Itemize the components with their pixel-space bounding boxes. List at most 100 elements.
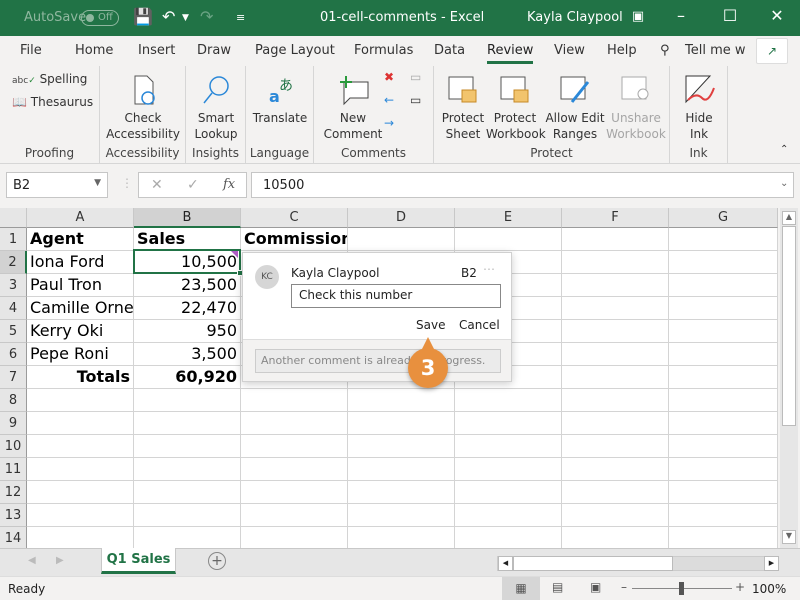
cell-G3[interactable]	[669, 274, 778, 297]
share-button[interactable]: ↗	[756, 38, 788, 64]
cell-G13[interactable]	[669, 504, 778, 527]
row-header-7[interactable]: 7	[0, 366, 27, 389]
maximize-button[interactable]: ☐	[715, 6, 745, 25]
cell-F2[interactable]	[562, 251, 669, 274]
cell-E11[interactable]	[455, 458, 562, 481]
cell-B12[interactable]	[134, 481, 241, 504]
cell-E14[interactable]	[455, 527, 562, 548]
collapse-ribbon-icon[interactable]: ⌃	[780, 144, 788, 155]
cell-G14[interactable]	[669, 527, 778, 548]
cell-B14[interactable]	[134, 527, 241, 548]
cell-G11[interactable]	[669, 458, 778, 481]
row-header-10[interactable]: 10	[0, 435, 27, 458]
minimize-button[interactable]: –	[666, 6, 696, 25]
cell-G9[interactable]	[669, 412, 778, 435]
scroll-right-button[interactable]: ▶	[764, 556, 779, 571]
cell-C11[interactable]	[241, 458, 348, 481]
cell-F11[interactable]	[562, 458, 669, 481]
spelling-button[interactable]: abc✓ Spelling	[12, 72, 87, 86]
cell-F12[interactable]	[562, 481, 669, 504]
cell-B8[interactable]	[134, 389, 241, 412]
tab-home[interactable]: Home	[75, 43, 113, 58]
cell-A10[interactable]	[27, 435, 134, 458]
undo-icon[interactable]: ↶	[162, 7, 175, 26]
cell-A12[interactable]	[27, 481, 134, 504]
cell-C12[interactable]	[241, 481, 348, 504]
cell-F13[interactable]	[562, 504, 669, 527]
cell-F7[interactable]	[562, 366, 669, 389]
cell-D14[interactable]	[348, 527, 455, 548]
cell-A7[interactable]: Totals	[27, 366, 134, 389]
row-header-4[interactable]: 4	[0, 297, 27, 320]
add-sheet-icon[interactable]: +	[208, 552, 226, 570]
cell-B7[interactable]: 60,920	[134, 366, 241, 389]
cell-G4[interactable]	[669, 297, 778, 320]
scroll-left-button[interactable]: ◀	[498, 556, 513, 571]
new-comment-button[interactable]: New Comment	[318, 74, 388, 142]
cell-B3[interactable]: 23,500	[134, 274, 241, 297]
cell-F8[interactable]	[562, 389, 669, 412]
cell-A11[interactable]	[27, 458, 134, 481]
cell-C8[interactable]	[241, 389, 348, 412]
cell-G8[interactable]	[669, 389, 778, 412]
chevron-down-icon[interactable]: ▼	[94, 178, 101, 188]
column-header-e[interactable]: E	[455, 208, 562, 228]
zoom-in-button[interactable]: +	[735, 580, 745, 594]
vertical-scrollbar[interactable]: ▲ ▼	[780, 208, 798, 548]
cell-A3[interactable]: Paul Tron	[27, 274, 134, 297]
cell-G12[interactable]	[669, 481, 778, 504]
allow-edit-ranges-button[interactable]: Allow Edit Ranges	[544, 74, 606, 142]
normal-view-icon[interactable]: ▦	[502, 577, 540, 600]
cell-F5[interactable]	[562, 320, 669, 343]
cell-A5[interactable]: Kerry Oki	[27, 320, 134, 343]
tab-review[interactable]: Review	[487, 43, 534, 64]
translate-button[interactable]: aあ Translate	[250, 74, 310, 126]
zoom-out-button[interactable]: –	[621, 580, 627, 594]
cell-D12[interactable]	[348, 481, 455, 504]
prev-sheet-icon[interactable]: ◀	[28, 555, 36, 566]
cell-C9[interactable]	[241, 412, 348, 435]
horizontal-scroll-thumb[interactable]	[513, 556, 673, 571]
tab-file[interactable]: File	[20, 43, 42, 58]
undo-dropdown-icon[interactable]: ▼	[182, 13, 189, 23]
cell-A2[interactable]: Iona Ford	[27, 251, 134, 274]
cell-B6[interactable]: 3,500	[134, 343, 241, 366]
save-button[interactable]: Save	[416, 318, 445, 332]
cell-C14[interactable]	[241, 527, 348, 548]
cell-A1[interactable]: Agent	[27, 228, 134, 251]
vertical-scroll-thumb[interactable]	[782, 226, 796, 426]
cell-A4[interactable]: Camille Orne	[27, 297, 134, 320]
cell-F4[interactable]	[562, 297, 669, 320]
column-header-d[interactable]: D	[348, 208, 455, 228]
save-icon[interactable]: 💾	[133, 7, 153, 26]
cell-B10[interactable]	[134, 435, 241, 458]
cell-F14[interactable]	[562, 527, 669, 548]
row-header-12[interactable]: 12	[0, 481, 27, 504]
select-all-button[interactable]	[0, 208, 27, 228]
cell-G5[interactable]	[669, 320, 778, 343]
cell-B1[interactable]: Sales	[134, 228, 241, 251]
page-layout-view-icon[interactable]: ▤	[552, 580, 563, 594]
name-box[interactable]: B2 ▼	[6, 172, 108, 198]
check-accessibility-button[interactable]: Check Accessibility	[106, 74, 180, 142]
scroll-up-button[interactable]: ▲	[782, 211, 796, 225]
cell-D9[interactable]	[348, 412, 455, 435]
cell-C1[interactable]: Commission	[241, 228, 348, 251]
cell-B13[interactable]	[134, 504, 241, 527]
row-header-3[interactable]: 3	[0, 274, 27, 297]
tab-insert[interactable]: Insert	[138, 43, 175, 58]
insert-function-icon[interactable]: fx	[223, 177, 235, 192]
next-sheet-icon[interactable]: ▶	[56, 555, 64, 566]
cell-D8[interactable]	[348, 389, 455, 412]
delete-comment-icon[interactable]: ✖	[384, 70, 394, 84]
column-header-g[interactable]: G	[669, 208, 778, 228]
row-header-8[interactable]: 8	[0, 389, 27, 412]
horizontal-scrollbar[interactable]: ◀ ▶	[497, 556, 779, 571]
tab-view[interactable]: View	[554, 43, 585, 58]
cell-A13[interactable]	[27, 504, 134, 527]
cell-A14[interactable]	[27, 527, 134, 548]
thesaurus-button[interactable]: 📖 Thesaurus	[12, 95, 93, 109]
cell-G10[interactable]	[669, 435, 778, 458]
cell-B5[interactable]: 950	[134, 320, 241, 343]
hide-ink-button[interactable]: Hide Ink	[676, 74, 722, 142]
